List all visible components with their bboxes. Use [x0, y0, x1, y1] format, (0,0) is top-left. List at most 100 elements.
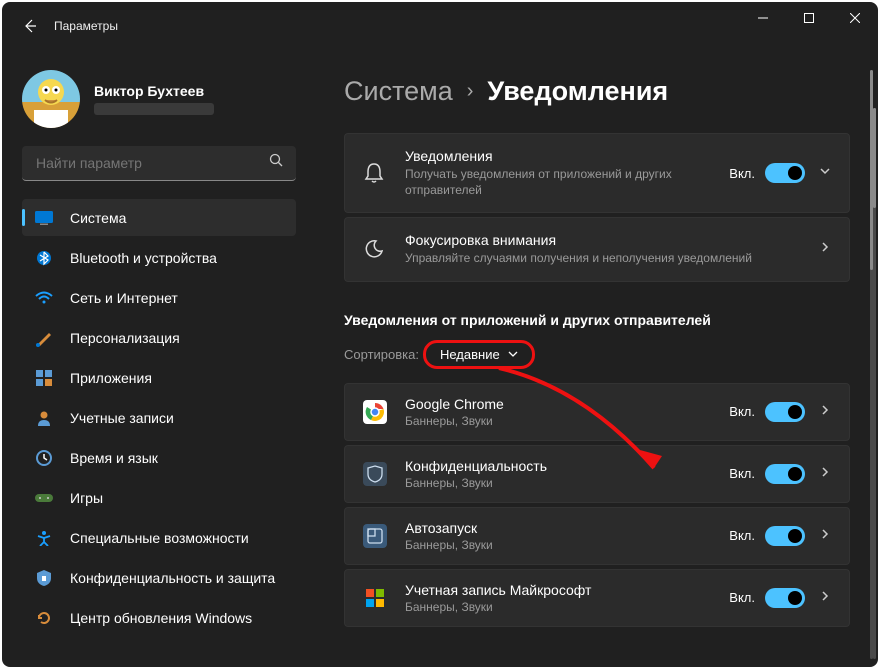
content-scrollbar[interactable]: [870, 70, 873, 659]
wifi-icon: [34, 288, 54, 308]
gaming-icon: [34, 488, 54, 508]
chevron-right-icon: [819, 589, 831, 607]
close-button[interactable]: [832, 2, 878, 34]
back-button[interactable]: [10, 6, 50, 46]
bluetooth-icon: [34, 248, 54, 268]
nav-label: Система: [70, 210, 126, 226]
shield-app-icon: [363, 462, 387, 486]
chevron-right-icon: [819, 527, 831, 545]
nav-item-privacy[interactable]: Конфиденциальность и защита: [22, 559, 296, 596]
chrome-icon: [363, 400, 387, 424]
chevron-down-icon: [508, 349, 518, 359]
nav-list: Система Bluetooth и устройства Сеть и Ин…: [22, 199, 296, 636]
accessibility-icon: [34, 528, 54, 548]
card-title: Фокусировка внимания: [405, 232, 819, 248]
search-input[interactable]: [34, 154, 269, 172]
app-sub: Баннеры, Звуки: [405, 600, 729, 614]
section-title: Уведомления от приложений и других отпра…: [344, 312, 850, 328]
nav-label: Персонализация: [70, 330, 180, 346]
nav-item-accounts[interactable]: Учетные записи: [22, 399, 296, 436]
card-sub: Получать уведомления от приложений и дру…: [405, 166, 729, 198]
arrow-left-icon: [22, 18, 38, 34]
nav-item-network[interactable]: Сеть и Интернет: [22, 279, 296, 316]
nav-label: Учетные записи: [70, 410, 174, 426]
sort-label: Сортировка:: [344, 347, 419, 362]
app-row-chrome[interactable]: Google Chrome Баннеры, Звуки Вкл.: [344, 383, 850, 441]
breadcrumb-current: Уведомления: [487, 76, 668, 107]
autoplay-icon: [363, 524, 387, 548]
nav-label: Приложения: [70, 370, 152, 386]
app-toggle[interactable]: [765, 526, 805, 546]
focus-assist-card[interactable]: Фокусировка внимания Управляйте случаями…: [344, 217, 850, 281]
minimize-button[interactable]: [740, 2, 786, 34]
sort-dropdown[interactable]: Недавние: [423, 340, 535, 369]
app-title: Конфиденциальность: [405, 458, 729, 474]
microsoft-icon: [363, 586, 387, 610]
content-pane: Система › Уведомления Уведомления Получа…: [308, 50, 878, 667]
nav-label: Время и язык: [70, 450, 158, 466]
toggle-state: Вкл.: [729, 528, 755, 543]
nav-label: Специальные возможности: [70, 530, 249, 546]
app-title: Учетная запись Майкрософт: [405, 582, 729, 598]
chevron-right-icon: [819, 403, 831, 421]
toggle-state: Вкл.: [729, 404, 755, 419]
app-row-msaccount[interactable]: Учетная запись Майкрософт Баннеры, Звуки…: [344, 569, 850, 627]
app-sub: Баннеры, Звуки: [405, 414, 729, 428]
user-name: Виктор Бухтеев: [94, 83, 214, 99]
nav-item-time[interactable]: Время и язык: [22, 439, 296, 476]
system-icon: [34, 208, 54, 228]
person-icon: [34, 408, 54, 428]
toggle-state: Вкл.: [729, 166, 755, 181]
moon-icon: [363, 239, 385, 259]
chevron-right-icon: ›: [467, 80, 474, 103]
shield-icon: [34, 568, 54, 588]
chevron-right-icon: [819, 465, 831, 483]
toggle-state: Вкл.: [729, 590, 755, 605]
brush-icon: [34, 328, 54, 348]
card-title: Уведомления: [405, 148, 729, 164]
titlebar: Параметры: [2, 2, 878, 50]
user-email-blurred: [94, 103, 214, 115]
nav-item-update[interactable]: Центр обновления Windows: [22, 599, 296, 636]
nav-label: Сеть и Интернет: [70, 290, 178, 306]
app-title: Google Chrome: [405, 396, 729, 412]
profile-block[interactable]: Виктор Бухтеев: [22, 50, 296, 146]
sort-row: Сортировка: Недавние: [344, 340, 850, 369]
nav-item-gaming[interactable]: Игры: [22, 479, 296, 516]
nav-label: Bluetooth и устройства: [70, 250, 217, 266]
app-sub: Баннеры, Звуки: [405, 476, 729, 490]
settings-window: Параметры Виктор Бухтеев: [2, 2, 878, 667]
nav-item-bluetooth[interactable]: Bluetooth и устройства: [22, 239, 296, 276]
nav-item-apps[interactable]: Приложения: [22, 359, 296, 396]
toggle-state: Вкл.: [729, 466, 755, 481]
maximize-button[interactable]: [786, 2, 832, 34]
search-box[interactable]: [22, 146, 296, 181]
window-title: Параметры: [54, 19, 118, 33]
avatar: [22, 70, 80, 128]
breadcrumb-parent[interactable]: Система: [344, 76, 453, 107]
sidebar: Виктор Бухтеев Система Bluetooth и устро…: [2, 50, 308, 667]
app-toggle[interactable]: [765, 464, 805, 484]
nav-item-personalization[interactable]: Персонализация: [22, 319, 296, 356]
card-sub: Управляйте случаями получения и неполуче…: [405, 250, 819, 266]
nav-item-accessibility[interactable]: Специальные возможности: [22, 519, 296, 556]
app-sub: Баннеры, Звуки: [405, 538, 729, 552]
nav-label: Игры: [70, 490, 103, 506]
app-title: Автозапуск: [405, 520, 729, 536]
clock-icon: [34, 448, 54, 468]
apps-icon: [34, 368, 54, 388]
sort-value: Недавние: [440, 347, 500, 362]
nav-label: Конфиденциальность и защита: [70, 570, 275, 586]
chevron-down-icon: [819, 164, 831, 182]
notifications-card[interactable]: Уведомления Получать уведомления от прил…: [344, 133, 850, 213]
notifications-toggle[interactable]: [765, 163, 805, 183]
app-row-privacy[interactable]: Конфиденциальность Баннеры, Звуки Вкл.: [344, 445, 850, 503]
breadcrumb: Система › Уведомления: [344, 76, 850, 107]
app-toggle[interactable]: [765, 588, 805, 608]
app-toggle[interactable]: [765, 402, 805, 422]
update-icon: [34, 608, 54, 628]
search-icon: [269, 153, 284, 173]
nav-item-system[interactable]: Система: [22, 199, 296, 236]
app-row-autoplay[interactable]: Автозапуск Баннеры, Звуки Вкл.: [344, 507, 850, 565]
chevron-right-icon: [819, 240, 831, 258]
